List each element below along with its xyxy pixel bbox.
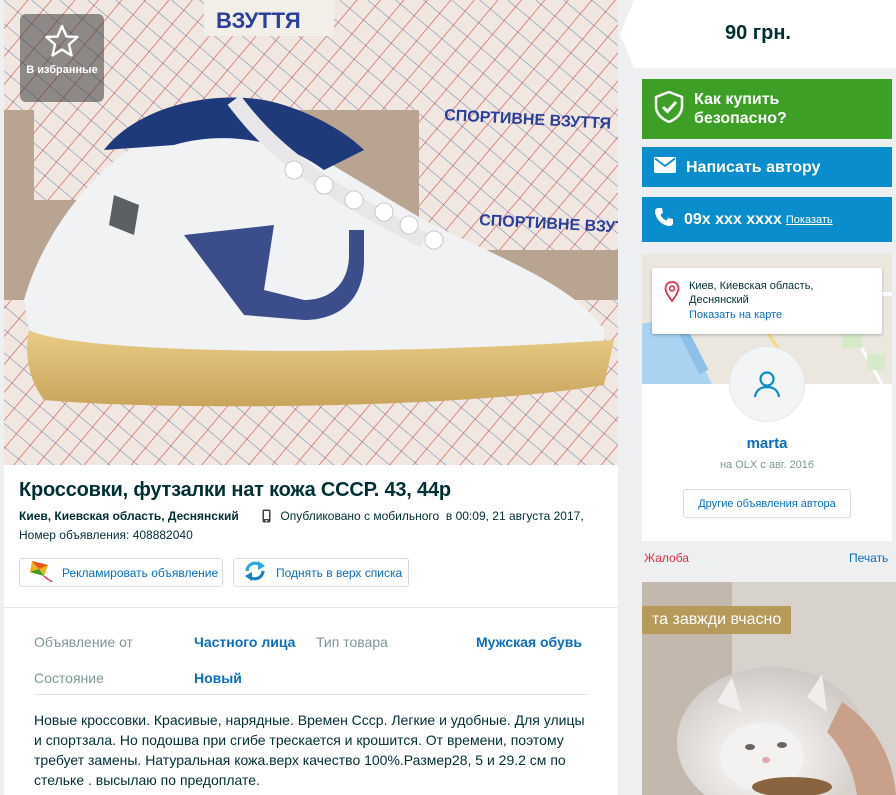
- box-label: ВЗУТТЯ: [216, 8, 301, 33]
- listing-photo[interactable]: ВЗУТТЯ СПОРТИВНЕ ВЗУТТЯ СПОРТИВНЕ ВЗУТТЯ…: [4, 0, 618, 465]
- promote-label: Рекламировать объявление: [62, 565, 219, 580]
- shield-check-icon: [654, 90, 684, 128]
- kite-icon: [28, 558, 54, 587]
- member-since: на OLX с авг. 2016: [719, 459, 815, 471]
- avatar[interactable]: [730, 347, 804, 421]
- message-author-button[interactable]: Написать автору: [642, 147, 892, 187]
- listing-location[interactable]: Киев, Киевская область, Деснянский: [19, 509, 239, 523]
- phone-number: 09x xxx xxxx: [684, 211, 782, 228]
- param-value-mens-shoes[interactable]: Мужская обувь: [476, 634, 582, 650]
- param-value-private-person[interactable]: Частного лица: [194, 634, 295, 650]
- section-divider: [4, 607, 618, 608]
- favorite-label: В избранные: [26, 64, 98, 76]
- seller-name[interactable]: marta: [642, 435, 892, 452]
- show-phone-link[interactable]: Показать: [786, 214, 833, 226]
- published-from: Опубликовано с мобильного: [280, 509, 440, 523]
- param-key-product-type: Тип товара: [316, 634, 388, 650]
- message-author-label: Написать автору: [686, 158, 821, 176]
- published-date: в 00:09, 21 августа 2017,: [445, 509, 584, 523]
- ad-banner-text: та завжди вчасно: [642, 606, 792, 634]
- seller-address: Киев, Киевская область, Деснянский: [689, 280, 814, 306]
- mobile-phone-icon: [262, 509, 271, 526]
- refresh-icon: [242, 558, 268, 587]
- user-icon: [753, 371, 781, 398]
- envelope-icon: [654, 156, 676, 178]
- seller-card: Киев, Киевская область, Деснянский Показ…: [642, 254, 892, 541]
- ad-number: Номер объявления: 408882040: [19, 528, 193, 542]
- safe-purchase-label: Как купить безопасно?: [694, 91, 787, 127]
- show-on-map-link[interactable]: Показать на карте: [689, 309, 782, 321]
- listing-meta: Киев, Киевская область, Деснянский Опубл…: [19, 509, 584, 526]
- param-key-condition: Состояние: [34, 670, 104, 686]
- show-phone-button[interactable]: 09x xxx xxxx Показать: [642, 197, 892, 242]
- ad-banner[interactable]: та завжди вчасно: [642, 582, 896, 795]
- listing-title: Кроссовки, футзалки нат кожа СССР. 43, 4…: [19, 479, 451, 501]
- listing-details: Кроссовки, футзалки нат кожа СССР. 43, 4…: [4, 465, 618, 795]
- bump-up-button[interactable]: Поднять в верх списка: [233, 558, 409, 587]
- param-key-offer-from: Объявление от: [34, 634, 133, 650]
- print-link[interactable]: Печать: [849, 551, 888, 565]
- map-pin-icon: [664, 281, 680, 308]
- other-ads-button[interactable]: Другие объявления автора: [683, 489, 851, 518]
- complaint-link[interactable]: Жалоба: [644, 551, 689, 565]
- promote-button[interactable]: Рекламировать объявление: [19, 558, 223, 587]
- safe-purchase-button[interactable]: Как купить безопасно?: [642, 79, 892, 139]
- favorite-button[interactable]: В избранные: [20, 14, 104, 102]
- star-icon: [45, 24, 79, 57]
- params-divider: [34, 694, 588, 695]
- price-box: 90 грн.: [620, 0, 896, 68]
- bump-up-label: Поднять в верх списка: [276, 565, 403, 580]
- price: 90 грн.: [725, 22, 791, 44]
- phone-icon: [654, 207, 674, 232]
- listing-description: Новые кроссовки. Красивые, нарядные. Вре…: [34, 712, 585, 788]
- param-value-new[interactable]: Новый: [194, 670, 242, 686]
- address-card: Киев, Киевская область, Деснянский Показ…: [652, 268, 882, 334]
